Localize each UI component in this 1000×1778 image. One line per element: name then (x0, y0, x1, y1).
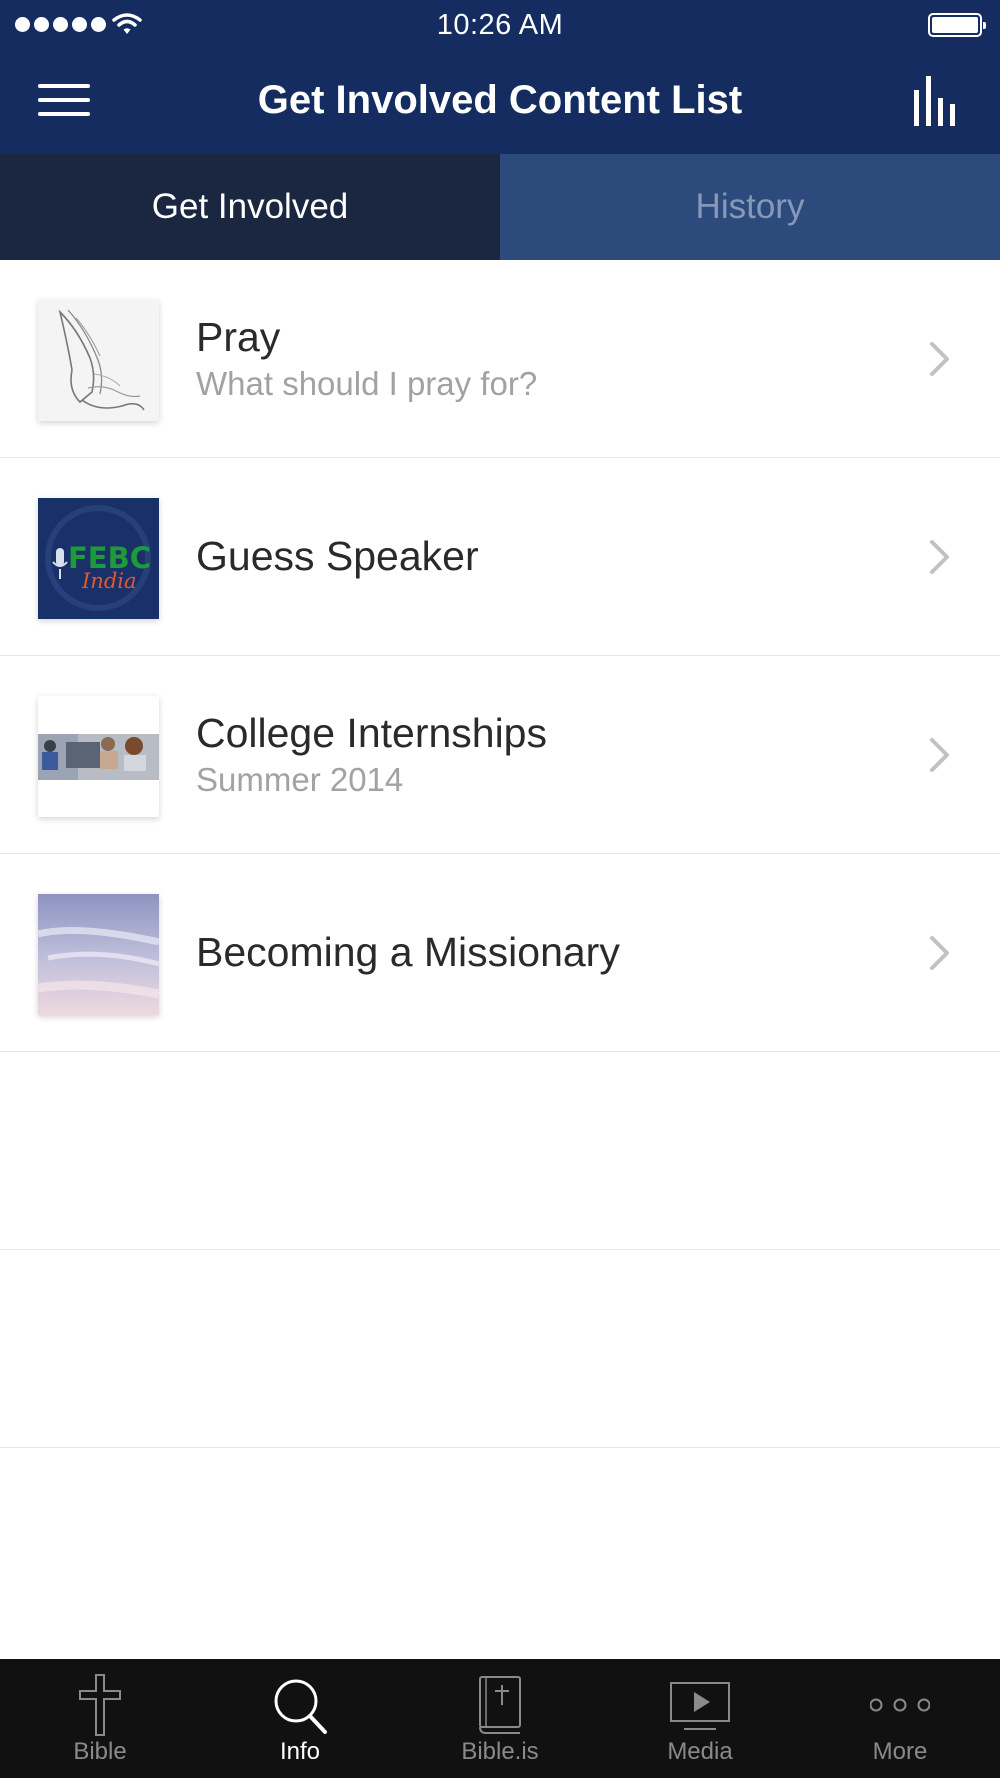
bar-chart-icon[interactable] (912, 74, 960, 128)
tab-label: Media (667, 1738, 733, 1765)
bottom-tab-bar: Bible Info Bible.is Media More (0, 1659, 1000, 1778)
content-list: Pray What should I pray for? FEBC India … (0, 260, 1000, 1448)
nav-bar: Get Involved Content List (0, 50, 1000, 154)
praying-hands-thumbnail (38, 300, 159, 421)
empty-row (0, 1052, 1000, 1250)
chevron-right-icon (930, 936, 949, 970)
item-title: Guess Speaker (196, 533, 479, 580)
tab-label: More (872, 1738, 928, 1765)
tab-more[interactable]: More (800, 1659, 1000, 1778)
list-item-becoming-a-missionary[interactable]: Becoming a Missionary (0, 854, 1000, 1052)
sky-clouds-thumbnail (38, 894, 159, 1015)
status-bar: 10:26 AM (0, 0, 1000, 50)
tab-bible[interactable]: Bible (0, 1659, 200, 1778)
febc-india-logo-thumbnail: FEBC India (38, 498, 159, 619)
page-title: Get Involved Content List (257, 78, 743, 122)
hamburger-menu-icon[interactable] (38, 84, 92, 120)
item-title: Pray (196, 313, 281, 360)
tab-info[interactable]: Info (200, 1659, 400, 1778)
india-logo-text: India (81, 569, 137, 593)
status-time: 10:26 AM (436, 9, 564, 41)
item-subtitle: What should I pray for? (196, 364, 538, 402)
tab-media[interactable]: Media (600, 1659, 800, 1778)
tab-label: Bible.is (461, 1738, 539, 1765)
tab-label: Bible (73, 1738, 127, 1765)
list-item-guess-speaker[interactable]: FEBC India Guess Speaker (0, 458, 1000, 656)
search-icon (274, 1679, 327, 1734)
tab-get-involved[interactable]: Get Involved (0, 154, 500, 260)
bible-book-icon (479, 1676, 521, 1734)
list-item-pray[interactable]: Pray What should I pray for? (0, 260, 1000, 458)
empty-row (0, 1250, 1000, 1448)
tab-history[interactable]: History (500, 154, 1000, 260)
item-title: Becoming a Missionary (196, 929, 620, 976)
item-title: College Internships (196, 709, 547, 756)
play-video-icon (670, 1682, 730, 1730)
chevron-right-icon (930, 540, 949, 574)
tab-bible-is[interactable]: Bible.is (400, 1659, 600, 1778)
list-item-college-internships[interactable]: College Internships Summer 2014 (0, 656, 1000, 854)
segment-tabs: Get Involved History (0, 154, 1000, 260)
chevron-right-icon (930, 342, 949, 376)
tab-label: Info (279, 1738, 321, 1765)
item-subtitle: Summer 2014 (196, 760, 404, 798)
chevron-right-icon (930, 738, 949, 772)
more-dots-icon (870, 1698, 930, 1712)
battery-icon (928, 13, 986, 37)
office-workers-thumbnail (38, 696, 159, 817)
cross-icon (79, 1674, 121, 1736)
